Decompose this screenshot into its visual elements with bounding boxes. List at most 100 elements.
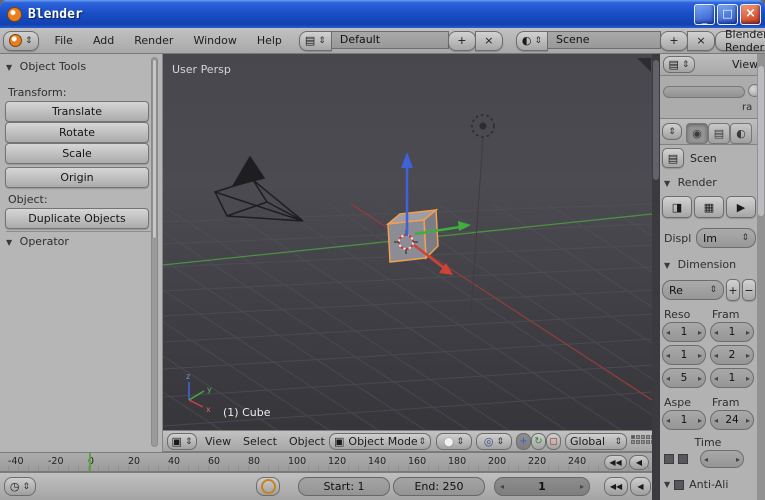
outliner-view-menu[interactable]: View	[732, 58, 758, 71]
cube-object[interactable]	[388, 210, 438, 262]
display-dropdown[interactable]: Im ⇕	[696, 228, 756, 248]
layer-toggle[interactable]	[631, 435, 635, 439]
layer-toggle[interactable]	[641, 435, 645, 439]
decrement-arrow-icon[interactable]: ◂	[500, 482, 504, 491]
operator-panel-header[interactable]: ▼ Operator	[6, 231, 156, 248]
blender-menu-button[interactable]: ⇕	[3, 31, 39, 51]
render-image-button[interactable]: ◨	[662, 196, 692, 218]
framerate-field[interactable]: ◂ 24 ▸	[710, 410, 754, 430]
scene-id-icon-button[interactable]: ▤	[662, 148, 684, 168]
properties-scrollbar-thumb[interactable]	[653, 60, 659, 180]
editor-type-button[interactable]: ▤ ⇕	[663, 56, 695, 73]
play-reverse-button[interactable]: ◀	[630, 477, 651, 496]
menu-help[interactable]: Help	[247, 34, 292, 47]
add-preset-button[interactable]: +	[726, 279, 740, 301]
tab-render[interactable]: ◉	[686, 123, 708, 144]
frame-start-field[interactable]: ◂ 1 ▸	[710, 322, 754, 342]
timeline-ruler[interactable]: -40-200204060801001201401601802002202402…	[0, 452, 652, 472]
decrement-arrow-icon[interactable]: ◂	[704, 455, 708, 464]
layer-toggle[interactable]	[631, 440, 635, 444]
add-scene-button[interactable]: +	[660, 31, 688, 51]
menu-file[interactable]: File	[45, 34, 83, 47]
editor-type-button[interactable]: ◷ ⇕	[4, 477, 36, 496]
rotate-button[interactable]: Rotate	[5, 122, 149, 143]
menu-view[interactable]: View	[205, 435, 231, 448]
layer-toggle[interactable]	[636, 440, 640, 444]
close-button[interactable]: ×	[740, 4, 761, 25]
outliner-scrollbar[interactable]	[663, 86, 745, 98]
increment-arrow-icon[interactable]: ▸	[698, 328, 702, 337]
increment-arrow-icon[interactable]: ▸	[746, 328, 750, 337]
menu-add[interactable]: Add	[83, 34, 124, 47]
minimize-button[interactable]: _	[694, 4, 715, 25]
toolshelf-scrollbar[interactable]	[151, 57, 158, 447]
time-old-checkbox[interactable]	[664, 454, 674, 464]
render-presets-dropdown[interactable]: Re ⇕	[662, 280, 724, 300]
render-panel-header[interactable]: ▼ Render	[664, 176, 717, 189]
jump-to-start-button[interactable]: ◀◀	[604, 477, 628, 496]
add-layout-button[interactable]: +	[448, 31, 476, 51]
time-remap-field[interactable]: ◂ ▸	[700, 450, 744, 468]
layer-toggle[interactable]	[641, 440, 645, 444]
layer-toggle[interactable]	[636, 435, 640, 439]
increment-arrow-icon[interactable]: ▸	[746, 351, 750, 360]
rightcol-scrollbar-thumb[interactable]	[758, 66, 764, 216]
render-engine-dropdown[interactable]: Blender Render	[715, 31, 765, 51]
editor-type-button[interactable]: ⇕	[662, 123, 682, 140]
layer-toggle[interactable]	[646, 435, 650, 439]
area-corner-widget[interactable]	[637, 58, 651, 72]
duplicate-objects-button[interactable]: Duplicate Objects	[5, 208, 149, 229]
editor-type-button[interactable]: ▣ ⇕	[167, 433, 197, 450]
toolshelf-scrollbar-thumb[interactable]	[152, 59, 157, 239]
increment-arrow-icon[interactable]: ▸	[698, 351, 702, 360]
layout-name-field[interactable]: Default	[331, 31, 449, 49]
render-animation-button[interactable]: ▦	[694, 196, 724, 218]
layer-toggle[interactable]	[646, 440, 650, 444]
menu-window[interactable]: Window	[183, 34, 246, 47]
dimensions-panel-header[interactable]: ▼ Dimension	[664, 258, 736, 271]
increment-arrow-icon[interactable]: ▸	[698, 416, 702, 425]
step-back-button[interactable]: ◀	[629, 455, 649, 470]
orientation-dropdown[interactable]: Global ⇕	[565, 433, 627, 450]
frame-step-field[interactable]: ◂ 1 ▸	[710, 368, 754, 388]
manipulator-translate-toggle[interactable]: +	[516, 433, 531, 450]
scene-id-label[interactable]: Scen	[690, 152, 717, 165]
menu-object[interactable]: Object	[289, 435, 325, 448]
resolution-y-field[interactable]: ◂ 1 ▸	[662, 345, 706, 365]
outliner-content[interactable]: ra	[660, 76, 765, 118]
resolution-x-field[interactable]: ◂ 1 ▸	[662, 322, 706, 342]
increment-arrow-icon[interactable]: ▸	[746, 416, 750, 425]
shading-dropdown[interactable]: ● ⇕	[436, 433, 472, 450]
delete-layout-button[interactable]: ×	[475, 31, 503, 51]
scene-name-field[interactable]: Scene	[547, 31, 661, 49]
tab-world[interactable]: ◐	[730, 123, 752, 144]
menu-render[interactable]: Render	[124, 34, 183, 47]
end-frame-field[interactable]: End: 250	[393, 477, 485, 496]
remove-preset-button[interactable]: −	[742, 279, 756, 301]
object-tools-panel-header[interactable]: ▼ Object Tools	[6, 60, 86, 73]
tab-scene[interactable]: ▤	[708, 123, 730, 144]
jump-prev-keyframe-button[interactable]: ◀◀	[604, 455, 627, 470]
viewport-canvas[interactable]: z y x	[163, 54, 652, 430]
window-titlebar[interactable]: Blender _ □ ×	[0, 0, 765, 28]
scale-button[interactable]: Scale	[5, 143, 149, 164]
auto-keyframe-button[interactable]	[256, 477, 280, 496]
mode-dropdown[interactable]: ▣ Object Mode ⇕	[329, 433, 431, 450]
layout-browse-button[interactable]: ▤ ⇕	[299, 31, 332, 51]
antialiasing-panel-header[interactable]: ▼ Anti-Ali	[664, 478, 728, 491]
start-frame-field[interactable]: Start: 1	[298, 477, 390, 496]
translate-button[interactable]: Translate	[5, 101, 149, 122]
play-rendered-button[interactable]: ▶	[726, 196, 756, 218]
origin-button[interactable]: Origin	[5, 167, 149, 188]
3d-viewport[interactable]: z y x User Persp (1) Cube	[163, 54, 652, 430]
increment-arrow-icon[interactable]: ▸	[698, 374, 702, 383]
manipulator-scale-toggle[interactable]: ◻	[546, 433, 561, 450]
antialiasing-checkbox[interactable]	[674, 480, 684, 490]
manipulator-rotate-toggle[interactable]: ↻	[531, 433, 546, 450]
frame-end-field[interactable]: ◂ 2 ▸	[710, 345, 754, 365]
current-frame-field[interactable]: ◂ 1 ▸	[494, 477, 590, 496]
time-new-checkbox[interactable]	[678, 454, 688, 464]
increment-arrow-icon[interactable]: ▸	[736, 455, 740, 464]
delete-scene-button[interactable]: ×	[687, 31, 715, 51]
current-frame-line[interactable]	[89, 453, 91, 471]
